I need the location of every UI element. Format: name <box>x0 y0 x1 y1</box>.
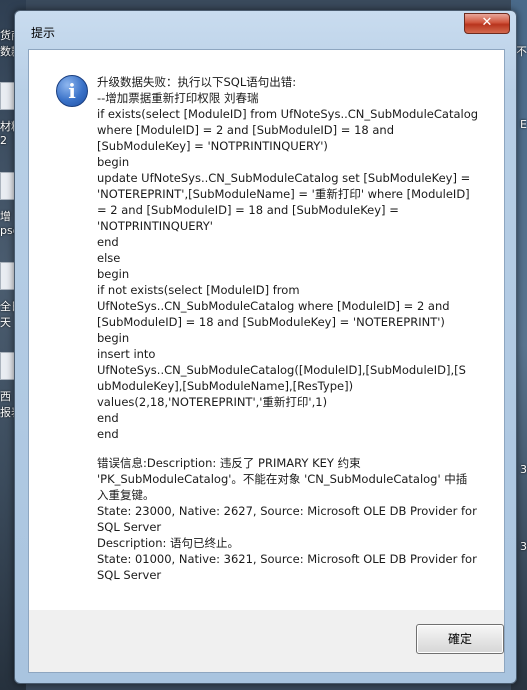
message-line <box>97 442 497 455</box>
desktop-icon-label: 3 <box>520 540 527 553</box>
message-line: Description: 语句已终止。 <box>97 536 240 550</box>
message-line: --增加票据重新打印权限 刘春瑞 <box>97 91 259 105</box>
message-line: SQL Server <box>97 520 162 534</box>
error-message: 升级数据失败：执行以下SQL语句出错: --增加票据重新打印权限 刘春瑞 if ex… <box>97 74 497 583</box>
message-line: end <box>97 235 119 249</box>
desktop-icon-label: 增 <box>0 210 11 223</box>
message-line: end <box>97 411 119 425</box>
message-line: State: 01000, Native: 3621, Source: Micr… <box>97 552 477 566</box>
message-line: 'NOTPRINTINQUERY' <box>97 219 213 233</box>
dialog-title: 提示 <box>31 26 56 40</box>
message-line: if not exists(select [ModuleID] from <box>97 283 300 297</box>
message-line: 错误信息:Description: 违反了 PRIMARY KEY 约束 <box>97 456 361 470</box>
desktop-icon-label: 不 <box>516 45 527 58</box>
desktop-icon-label: 西 <box>0 390 11 403</box>
message-line: where [ModuleID] = 2 and [SubModuleID] =… <box>97 123 395 137</box>
message-line: UfNoteSys..CN_SubModuleCatalog where [Mo… <box>97 299 450 313</box>
message-line: begin <box>97 267 130 281</box>
message-line: 'NOTEREPRINT',[SubModuleName] = '重新打印' w… <box>97 187 470 201</box>
message-line: if exists(select [ModuleID] from UfNoteS… <box>97 107 479 121</box>
desktop-icon-label: 3 <box>520 463 527 476</box>
message-line: begin <box>97 155 130 169</box>
ok-button[interactable]: 確定 <box>416 624 504 654</box>
desktop-icon-label: 天 <box>0 316 11 329</box>
message-line: begin <box>97 331 130 345</box>
message-line: = 2 and [SubModuleID] = 18 and [SubModul… <box>97 203 399 217</box>
message-line: SQL Server <box>97 568 162 582</box>
message-line: [SubModuleKey] = 'NOTPRINTINQUERY') <box>97 139 328 153</box>
message-line: end <box>97 427 119 441</box>
message-line: update UfNoteSys..CN_SubModuleCatalog se… <box>97 171 471 185</box>
message-dialog: 提示 ✕ i 升级数据失败：执行以下SQL语句出错: --增加票据重新打印权限 刘… <box>14 10 517 684</box>
message-line: insert into <box>97 347 156 361</box>
message-line: values(2,18,'NOTEREPRINT','重新打印',1) <box>97 395 328 409</box>
dialog-footer: 確定 <box>28 610 505 673</box>
message-line: UfNoteSys..CN_SubModuleCatalog([ModuleID… <box>97 363 466 377</box>
message-line: 升级数据失败：执行以下SQL语句出错: <box>97 75 297 89</box>
desktop-icon-label: E <box>520 118 527 131</box>
message-line: 'PK_SubModuleCatalog'。不能在对象 'CN_SubModul… <box>97 472 468 486</box>
desktop-icon-label: 2 <box>0 134 7 147</box>
info-icon: i <box>56 75 88 107</box>
message-line: ubModuleKey],[SubModuleName],[ResType]) <box>97 379 354 393</box>
message-line: else <box>97 251 121 265</box>
close-button[interactable]: ✕ <box>464 13 510 34</box>
message-line: [SubModuleID] = 18 and [SubModuleKey] = … <box>97 315 445 329</box>
message-line: State: 23000, Native: 2627, Source: Micr… <box>97 504 477 518</box>
message-line: 入重复键。 <box>97 488 155 502</box>
dialog-content: i 升级数据失败：执行以下SQL语句出错: --增加票据重新打印权限 刘春瑞 if … <box>28 49 505 612</box>
close-icon: ✕ <box>481 15 493 30</box>
